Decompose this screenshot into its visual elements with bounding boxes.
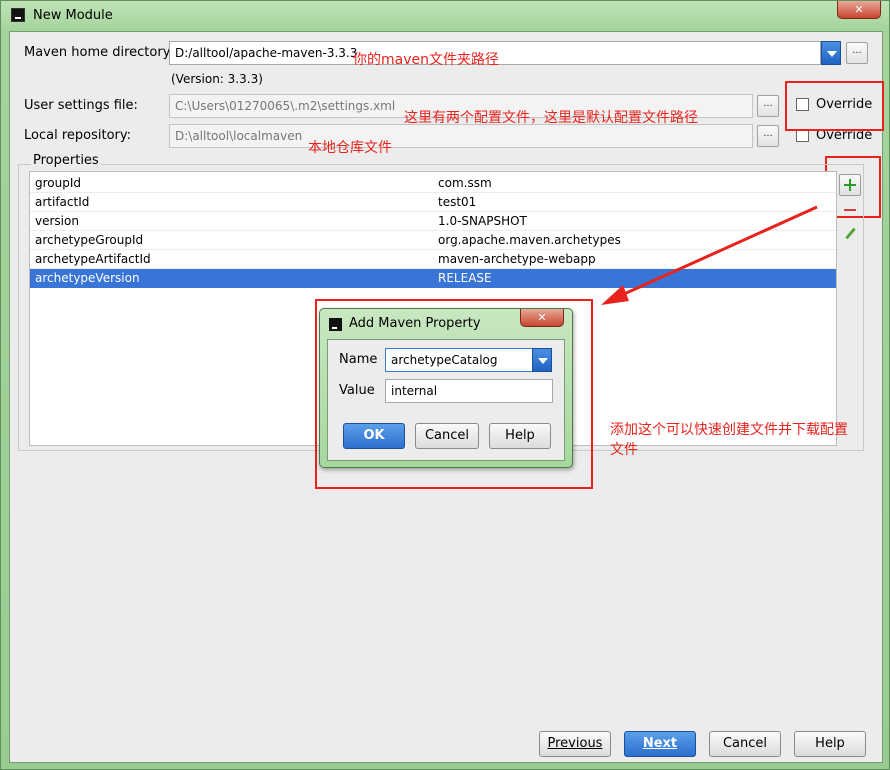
annotation-arrow xyxy=(601,205,818,305)
dialog-help-button[interactable]: Help xyxy=(489,423,551,449)
next-button[interactable]: Next xyxy=(624,731,696,757)
property-key: groupId xyxy=(35,176,82,190)
local-repo-field[interactable]: D:\alltool\localmaven xyxy=(169,124,753,148)
annotation-add-property-line2: 文件 xyxy=(610,442,638,458)
property-value: RELEASE xyxy=(438,271,492,285)
dialog-title: Add Maven Property xyxy=(349,316,481,331)
property-value-text: internal xyxy=(391,384,438,398)
property-key: archetypeArtifactId xyxy=(35,252,151,266)
edit-property-icon[interactable] xyxy=(839,224,861,246)
annotation-add-property: 添加这个可以快速创建文件并下载配置 xyxy=(610,422,848,438)
dialog-ok-button[interactable]: OK xyxy=(343,423,405,449)
maven-home-value: D:/alltool/apache-maven-3.3.3 xyxy=(175,46,358,60)
local-repo-value: D:\alltool\localmaven xyxy=(175,129,303,143)
title-bar[interactable]: New Module ✕ xyxy=(1,1,890,31)
property-key: archetypeGroupId xyxy=(35,233,144,247)
cancel-button[interactable]: Cancel xyxy=(709,731,781,757)
intellij-app-icon xyxy=(11,8,25,22)
property-name-value: archetypeCatalog xyxy=(391,353,498,367)
window-close-button[interactable]: ✕ xyxy=(837,1,881,19)
previous-button[interactable]: Previous xyxy=(539,731,611,757)
maven-version-text: (Version: 3.3.3) xyxy=(171,72,263,86)
dialog-cancel-button[interactable]: Cancel xyxy=(415,423,479,449)
property-key: artifactId xyxy=(35,195,90,209)
property-name-label: Name xyxy=(339,352,378,367)
user-settings-browse-button[interactable]: ... xyxy=(757,95,779,117)
property-value-input[interactable]: internal xyxy=(385,379,553,403)
maven-home-browse-button[interactable]: ... xyxy=(846,42,868,64)
user-settings-value: C:\Users\01270065\.m2\settings.xml xyxy=(175,99,396,113)
property-name-combobox[interactable]: archetypeCatalog xyxy=(385,348,533,372)
intellij-app-icon xyxy=(329,318,342,331)
property-value: maven-archetype-webapp xyxy=(438,252,596,266)
property-value: test01 xyxy=(438,195,477,209)
maven-home-label: Maven home directory: xyxy=(24,45,174,60)
remove-property-icon[interactable] xyxy=(839,199,861,221)
property-value-label: Value xyxy=(339,383,375,398)
add-property-icon[interactable] xyxy=(839,174,861,196)
user-settings-label: User settings file: xyxy=(24,98,138,113)
property-value: 1.0-SNAPSHOT xyxy=(438,214,527,228)
new-module-window: New Module ✕ Maven home directory: D:/al… xyxy=(0,0,890,770)
table-row[interactable]: groupId com.ssm xyxy=(30,174,836,193)
override-highlight-box xyxy=(785,81,884,131)
annotation-maven-path: 你的maven文件夹路径 xyxy=(353,52,499,68)
property-key: archetypeVersion xyxy=(35,271,140,285)
help-button[interactable]: Help xyxy=(794,731,866,757)
maven-home-dropdown-button[interactable] xyxy=(821,41,841,65)
local-repo-browse-button[interactable]: ... xyxy=(757,125,779,147)
dialog-close-button[interactable]: ✕ xyxy=(520,309,564,327)
properties-legend: Properties xyxy=(31,153,101,168)
local-repo-label: Local repository: xyxy=(24,128,131,143)
property-key: version xyxy=(35,214,79,228)
property-name-dropdown-button[interactable] xyxy=(532,348,552,372)
property-value: com.ssm xyxy=(438,176,492,190)
annotation-local-repo: 本地仓库文件 xyxy=(308,140,392,156)
window-title: New Module xyxy=(33,8,113,23)
